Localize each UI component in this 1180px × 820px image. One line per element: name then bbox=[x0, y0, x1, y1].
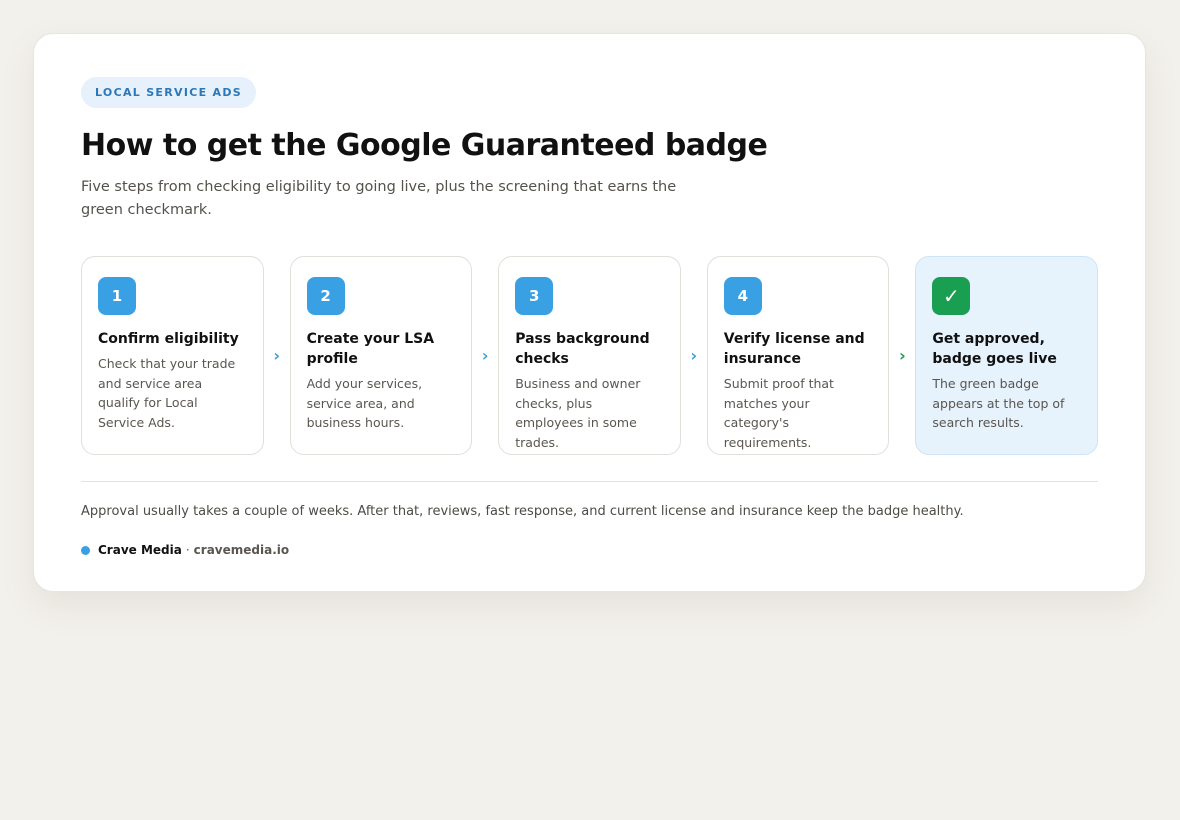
step-number-badge: 2 bbox=[306, 277, 345, 315]
guide-card: LOCAL SERVICE ADS How to get the Google … bbox=[33, 33, 1146, 592]
step-title: Confirm eligibility bbox=[98, 331, 239, 347]
step-card-final: ✓ Get approved, badge goes live The gree… bbox=[915, 256, 1099, 455]
checkmark-icon: ✓ bbox=[932, 277, 971, 315]
chevron-right-icon: › bbox=[481, 346, 489, 365]
brand-credit: Crave Media · cravemedia.io bbox=[81, 543, 1098, 557]
chevron-right-icon: › bbox=[690, 346, 698, 365]
step-description: Check that your trade and service area q… bbox=[98, 356, 236, 430]
brand-name: Crave Media bbox=[98, 543, 182, 557]
step-description: The green badge appears at the top of se… bbox=[932, 376, 1065, 430]
step-title: Get approved, badge goes live bbox=[932, 331, 1057, 367]
brand-separator: · bbox=[185, 543, 190, 557]
step-card-4: 4 Verify license and insurance Submit pr… bbox=[706, 256, 890, 455]
step-number-badge: 3 bbox=[515, 277, 554, 315]
step-number-badge: 1 bbox=[98, 277, 136, 315]
step-title: Create your LSA profile bbox=[306, 331, 435, 367]
step-description: Add your services, service area, and bus… bbox=[306, 376, 423, 430]
page-subtitle: Five steps from checking eligibility to … bbox=[81, 179, 677, 218]
footer-note: Approval usually takes a couple of weeks… bbox=[81, 504, 964, 519]
step-card-1: 1 Confirm eligibility Check that your tr… bbox=[81, 256, 264, 455]
chevron-right-icon: › bbox=[273, 346, 280, 365]
step-title: Pass background checks bbox=[515, 331, 650, 367]
divider bbox=[81, 481, 1098, 482]
step-description: Business and owner checks, plus employee… bbox=[515, 376, 641, 450]
brand-url: cravemedia.io bbox=[193, 543, 290, 557]
category-tag: LOCAL SERVICE ADS bbox=[81, 77, 256, 108]
step-card-3: 3 Pass background checks Business and ow… bbox=[498, 256, 681, 455]
brand-dot-icon bbox=[81, 545, 90, 555]
step-number-badge: 4 bbox=[723, 277, 762, 315]
steps-flow: 1 Confirm eligibility Check that your tr… bbox=[81, 256, 1099, 455]
step-description: Submit proof that matches your category'… bbox=[723, 376, 834, 450]
chevron-right-icon: › bbox=[899, 346, 906, 365]
step-card-2: 2 Create your LSA profile Add your servi… bbox=[289, 256, 473, 455]
page-title: How to get the Google Guaranteed badge bbox=[81, 128, 768, 163]
step-title: Verify license and insurance bbox=[723, 331, 865, 367]
